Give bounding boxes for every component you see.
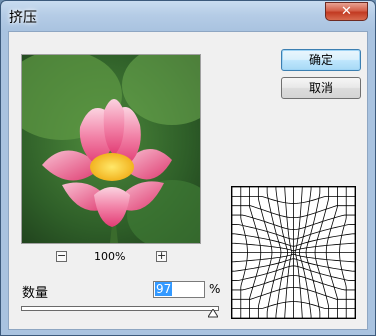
amount-label: 数量 (22, 286, 49, 301)
close-icon: ✕ (341, 4, 352, 19)
close-button[interactable]: ✕ (325, 2, 368, 21)
lotus-flower-image (22, 55, 200, 243)
zoom-in-button[interactable]: + (156, 249, 167, 262)
ok-button[interactable]: 确定 (281, 49, 361, 71)
title-bar[interactable]: 挤压 ✕ (1, 1, 375, 31)
amount-slider-track[interactable] (21, 306, 219, 311)
pinch-mesh-graphic (231, 186, 356, 319)
zoom-level: 100% (94, 250, 126, 263)
amount-input[interactable]: 97 (153, 281, 205, 298)
window-title: 挤压 (9, 10, 37, 26)
distortion-grid-preview (231, 186, 356, 319)
preview-image[interactable] (21, 54, 201, 244)
pinch-dialog: 挤压 ✕ − 100% + 确定 取消 数量 97 % (0, 0, 376, 336)
zoom-out-button[interactable]: − (56, 249, 67, 262)
mesh-lines (231, 186, 356, 319)
zoom-controls: − 100% + (56, 249, 176, 265)
cancel-button[interactable]: 取消 (281, 77, 361, 99)
minus-icon: − (57, 249, 67, 262)
dialog-body: − 100% + 确定 取消 数量 97 % (8, 31, 368, 330)
amount-value: 97 (155, 282, 173, 296)
plus-icon: + (157, 249, 167, 262)
triangle-icon (208, 309, 219, 318)
amount-unit: % (209, 282, 221, 296)
